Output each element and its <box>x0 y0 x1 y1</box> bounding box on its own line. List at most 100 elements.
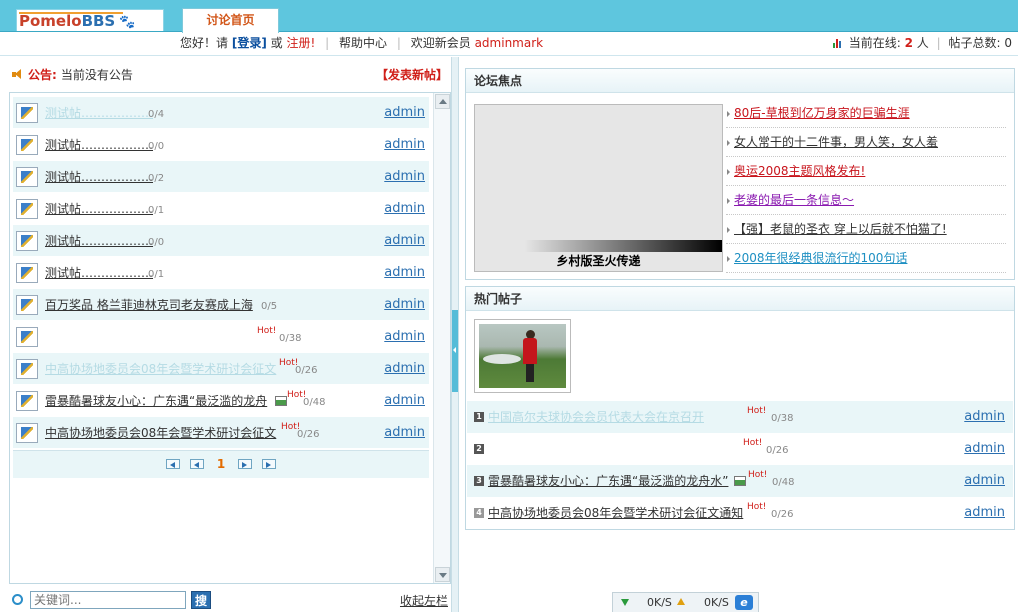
table-row[interactable]: 百万奖品 格兰菲迪林克司老友赛成上海 0/5 admin <box>13 289 429 321</box>
focus-link[interactable]: 2008年很经典很流行的100句话 <box>726 244 1006 273</box>
collapse-left-pane-link[interactable]: 收起左栏 <box>400 592 448 609</box>
focus-link[interactable]: 奥运2008主题风格发布! <box>726 157 1006 186</box>
thread-icon <box>16 199 38 219</box>
new-member-link[interactable]: adminmark <box>475 36 544 50</box>
hot-post-row[interactable]: 2 Hot! 0/26 admin <box>467 433 1013 465</box>
browser-icon[interactable]: e <box>735 595 753 610</box>
reply-count: 0/0 <box>148 141 165 152</box>
tab-home[interactable]: 讨论首页 <box>182 8 279 33</box>
divider: | <box>325 36 330 50</box>
hot-post-row[interactable]: 1 中国高尔夫球协会会员代表大会在京召开 Hot! 0/38 admin <box>467 401 1013 433</box>
register-link[interactable]: 注册! <box>287 36 316 50</box>
thread-title[interactable]: 测试帖……………… <box>45 193 153 225</box>
table-row[interactable]: 雷暴酷暑球友小心：广东遇“最泛滥的龙舟 Hot! 0/48 admin <box>13 385 429 417</box>
focus-link[interactable]: 女人常干的十二件事，男人笑，女人羞 <box>726 128 1006 157</box>
thread-icon <box>16 423 38 443</box>
author-link[interactable]: admin <box>964 465 1005 497</box>
panel-title: 论坛焦点 <box>466 69 1014 93</box>
thread-title[interactable]: 测试帖……………… <box>45 257 153 289</box>
author-link[interactable]: admin <box>964 401 1005 433</box>
author-link[interactable]: admin <box>384 129 425 161</box>
first-page-icon[interactable] <box>166 459 181 469</box>
thread-icon <box>16 295 38 315</box>
thread-title[interactable]: 中高协场地委员会08年会暨学术研讨会征文 <box>45 417 276 449</box>
author-link[interactable]: admin <box>384 417 425 449</box>
author-link[interactable]: admin <box>384 321 425 353</box>
table-row[interactable]: 测试帖……………… 0/1 admin <box>13 193 429 225</box>
author-link[interactable]: admin <box>384 97 425 129</box>
thread-title[interactable]: 雷暴酷暑球友小心：广东遇“最泛滥的龙舟 <box>45 385 267 417</box>
scroll-up-icon[interactable] <box>435 94 450 109</box>
reply-count: 0/26 <box>297 429 320 440</box>
reply-count: 0/38 <box>771 413 794 424</box>
pagination: 1 <box>13 450 429 478</box>
reply-count: 0/2 <box>148 173 165 184</box>
hot-post-title[interactable]: 中国高尔夫球协会会员代表大会在京召开 <box>488 401 704 433</box>
help-center-link[interactable]: 帮助中心 <box>339 36 387 50</box>
current-page[interactable]: 1 <box>217 457 225 471</box>
thread-icon <box>16 359 38 379</box>
prev-page-icon[interactable] <box>189 459 204 469</box>
reply-count: 0/1 <box>148 269 165 280</box>
author-link[interactable]: admin <box>964 497 1005 529</box>
thread-title[interactable]: 测试帖……………… <box>45 129 153 161</box>
scroll-down-icon[interactable] <box>435 567 450 582</box>
table-row[interactable]: 测试帖……………… 0/0 admin <box>13 225 429 257</box>
thread-title[interactable]: 百万奖品 格兰菲迪林克司老友赛成上海 <box>45 289 253 321</box>
author-link[interactable]: admin <box>384 353 425 385</box>
hot-badge: Hot! <box>747 502 767 512</box>
hot-badge: Hot! <box>743 438 763 448</box>
author-link[interactable]: admin <box>384 225 425 257</box>
next-page-icon[interactable] <box>238 459 252 469</box>
focus-slideshow[interactable]: 乡村版圣火传递 <box>474 104 723 272</box>
thread-title[interactable]: 测试帖……………… <box>45 161 153 193</box>
last-page-icon[interactable] <box>261 459 276 469</box>
hot-post-row[interactable]: 3 雷暴酷暑球友小心：广东遇“最泛滥的龙舟水” Hot! 0/48 admin <box>467 465 1013 497</box>
hot-badge: Hot! <box>748 470 768 480</box>
focus-link[interactable]: 【强】老鼠的圣衣 穿上以后就不怕猫了! <box>726 215 1006 244</box>
author-link[interactable]: admin <box>384 193 425 225</box>
site-logo[interactable]: PomeloBBS 🐾 <box>16 9 164 31</box>
hot-post-row[interactable]: 4 中高协场地委员会08年会暨学术研讨会征文通知 Hot! 0/26 admin <box>467 497 1013 529</box>
reply-count: 0/48 <box>772 477 795 488</box>
author-link[interactable]: admin <box>384 161 425 193</box>
thread-icon <box>16 135 38 155</box>
top-bar: PomeloBBS 🐾 讨论首页 <box>0 0 1018 33</box>
table-row[interactable]: 中高协场地委员会08年会暨学术研讨会征文 Hot! 0/26 admin <box>13 353 429 385</box>
table-row[interactable]: 测试帖……………… 0/0 admin <box>13 129 429 161</box>
thread-title[interactable]: 测试帖……………… <box>45 97 153 129</box>
stats-bar-icon <box>832 38 843 48</box>
hot-post-title[interactable]: 雷暴酷暑球友小心：广东遇“最泛滥的龙舟水” <box>488 465 728 497</box>
hot-posts-panel: 热门帖子 1 中国高尔夫球协会会员代表大会在京召开 Hot! 0/38 admin 2 Ho… <box>465 286 1015 530</box>
reply-count: 0/26 <box>766 445 789 456</box>
pane-splitter[interactable] <box>451 57 459 612</box>
search-row: 搜 收起左栏 <box>12 590 448 610</box>
author-link[interactable]: admin <box>384 289 425 321</box>
focus-link[interactable]: 老婆的最后一条信息～ <box>726 186 1006 215</box>
thread-title[interactable]: 中高协场地委员会08年会暨学术研讨会征文 <box>45 353 276 385</box>
new-post-button[interactable]: 【发表新帖】 <box>376 65 448 85</box>
author-link[interactable]: admin <box>384 385 425 417</box>
table-row[interactable]: 中高协场地委员会08年会暨学术研讨会征文 Hot! 0/26 admin <box>13 417 429 449</box>
thread-list-scrollbar[interactable] <box>433 93 450 583</box>
author-link[interactable]: admin <box>964 433 1005 465</box>
reply-count: 0/26 <box>771 509 794 520</box>
divider: | <box>936 36 941 50</box>
search-button[interactable]: 搜 <box>191 591 211 609</box>
reply-count: 0/48 <box>303 397 326 408</box>
table-row[interactable]: 测试帖……………… 0/4 admin <box>13 97 429 129</box>
author-link[interactable]: admin <box>384 257 425 289</box>
hot-post-title[interactable]: 中高协场地委员会08年会暨学术研讨会征文通知 <box>488 497 743 529</box>
table-row[interactable]: 测试帖……………… 0/2 admin <box>13 161 429 193</box>
image-icon <box>734 476 746 486</box>
search-input[interactable] <box>30 591 186 609</box>
hot-post-thumbnail[interactable] <box>474 319 571 393</box>
table-row[interactable]: Hot! 0/38 admin <box>13 321 429 353</box>
focus-link[interactable]: 80后-草根到亿万身家的巨骗生涯 <box>726 99 1006 128</box>
thread-title[interactable]: 测试帖……………… <box>45 225 153 257</box>
announcement-bar: 公告: 当前没有公告 【发表新帖】 <box>12 65 448 85</box>
login-link[interactable]: [登录] <box>232 36 267 50</box>
collapse-handle-icon[interactable] <box>452 310 458 392</box>
thread-icon <box>16 167 38 187</box>
table-row[interactable]: 测试帖……………… 0/1 admin <box>13 257 429 289</box>
